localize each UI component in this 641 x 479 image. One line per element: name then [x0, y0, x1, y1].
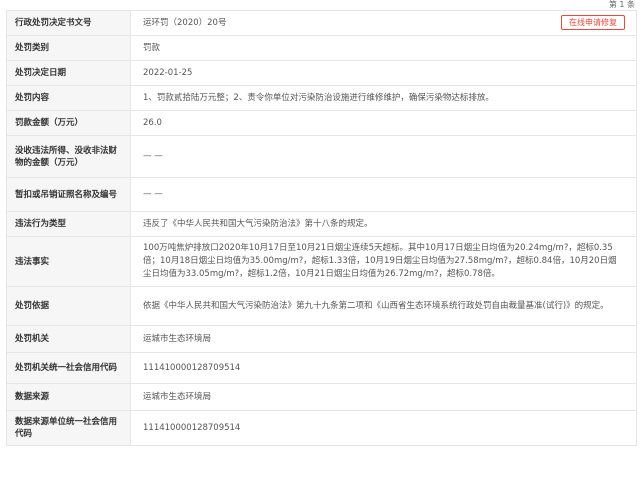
row-value: 111410000128709514	[143, 362, 241, 373]
row-key: 处罚机关	[7, 326, 131, 352]
row-key: 行政处罚决定书文号	[7, 11, 131, 35]
table-row: 数据来源 运城市生态环境局	[7, 384, 636, 411]
row-value: 111410000128709514	[143, 422, 241, 433]
row-key: 暂扣或吊销证照名称及编号	[7, 178, 131, 211]
row-value: 1、罚款贰拾陆万元整；2、责令你单位对污染防治设施进行维修维护，确保污染物达标排…	[143, 92, 494, 103]
row-value: 运环罚（2020）20号 在线申请修复	[131, 11, 636, 35]
row-key: 处罚依据	[7, 287, 131, 325]
table-row: 处罚机关统一社会信用代码 111410000128709514	[7, 353, 636, 384]
decision-number: 运环罚（2020）20号	[143, 17, 227, 28]
table-row: 处罚内容 1、罚款贰拾陆万元整；2、责令你单位对污染防治设施进行维修维护，确保污…	[7, 86, 636, 111]
table-row: 违法行为类型 违反了《中华人民共和国大气污染防治法》第十八条的规定。	[7, 212, 636, 237]
page-count: 第 1 条	[608, 0, 635, 9]
row-key: 处罚机关统一社会信用代码	[7, 353, 131, 383]
table-row: 罚款金额（万元） 26.0	[7, 111, 636, 136]
row-value: 2022-01-25	[143, 67, 193, 78]
row-key: 罚款金额（万元）	[7, 111, 131, 135]
row-key: 处罚内容	[7, 86, 131, 110]
row-value: — —	[143, 151, 163, 161]
row-value: 违反了《中华人民共和国大气污染防治法》第十八条的规定。	[143, 218, 373, 229]
row-key: 数据来源	[7, 384, 131, 410]
online-repair-button[interactable]: 在线申请修复	[561, 15, 625, 30]
row-value: 26.0	[143, 117, 162, 128]
row-key: 数据来源单位统一社会信用代码	[7, 411, 131, 445]
row-value: 运城市生态环境局	[143, 333, 212, 344]
table-row: 处罚依据 依据《中华人民共和国大气污染防治法》第九十九条第二项和《山西省生态环境…	[7, 287, 636, 326]
row-key: 处罚类别	[7, 36, 131, 60]
row-key: 处罚决定日期	[7, 61, 131, 85]
row-value: 100万吨焦炉排放口2020年10月17日至10月21日烟尘连续5天超标。其中1…	[143, 243, 617, 279]
row-value: 运城市生态环境局	[143, 391, 212, 402]
row-key: 违法行为类型	[7, 212, 131, 236]
row-value: — —	[143, 189, 163, 199]
row-value: 罚款	[143, 42, 161, 53]
table-row: 暂扣或吊销证照名称及编号 — —	[7, 178, 636, 212]
table-row: 处罚机关 运城市生态环境局	[7, 326, 636, 353]
table-row: 违法事实 100万吨焦炉排放口2020年10月17日至10月21日烟尘连续5天超…	[7, 237, 636, 287]
table-row: 数据来源单位统一社会信用代码 111410000128709514	[7, 411, 636, 446]
table-row: 处罚决定日期 2022-01-25	[7, 61, 636, 86]
penalty-detail-table: 行政处罚决定书文号 运环罚（2020）20号 在线申请修复 处罚类别 罚款 处罚…	[6, 10, 637, 446]
row-key: 违法事实	[7, 237, 131, 286]
table-row: 处罚类别 罚款	[7, 36, 636, 61]
row-value: 依据《中华人民共和国大气污染防治法》第九十九条第二项和《山西省生态环境系统行政处…	[143, 300, 609, 311]
row-key: 没收违法所得、没收非法财物的金额（万元）	[7, 136, 131, 177]
table-row: 没收违法所得、没收非法财物的金额（万元） — —	[7, 136, 636, 178]
table-row: 行政处罚决定书文号 运环罚（2020）20号 在线申请修复	[7, 11, 636, 36]
